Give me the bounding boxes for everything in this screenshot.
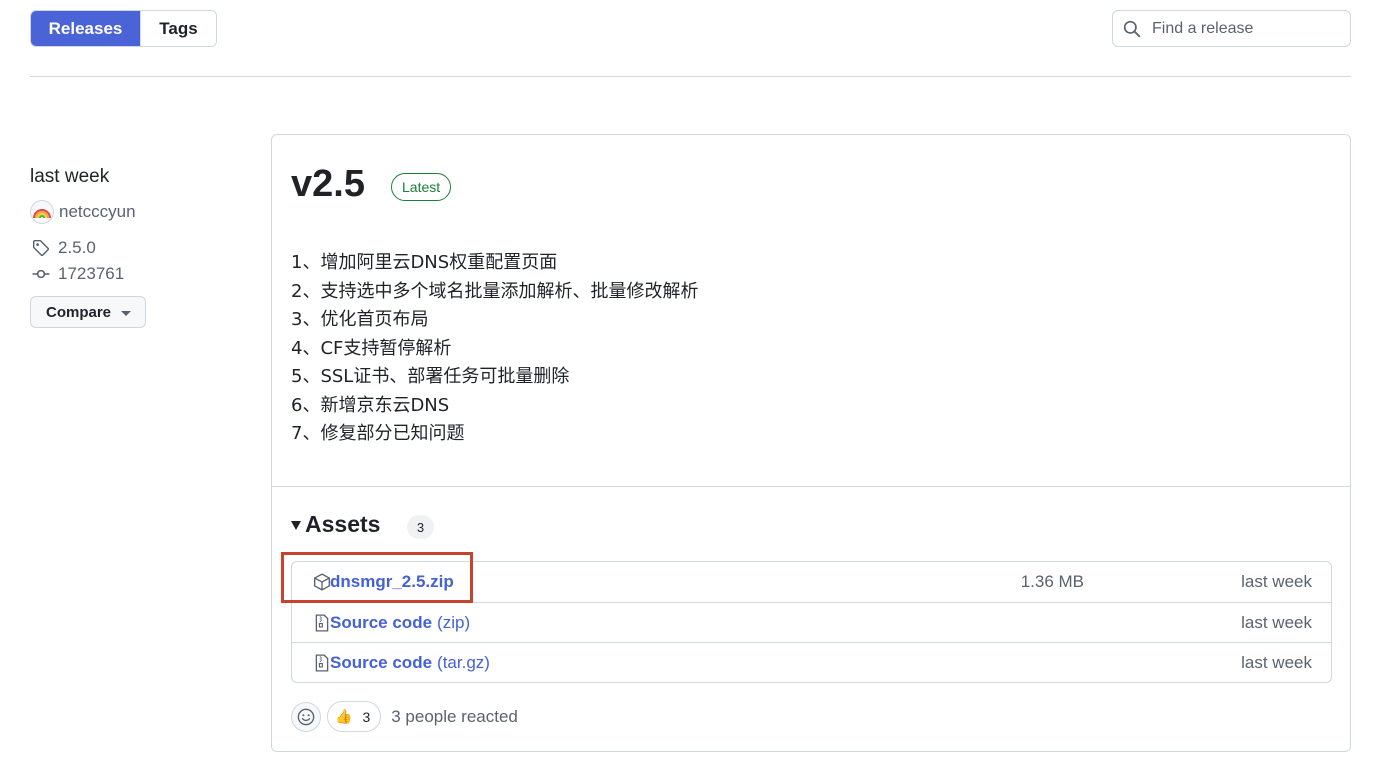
note-line: 7、修复部分已知问题 [291,423,465,444]
asset-link[interactable]: Source code (tar.gz) [330,653,490,673]
tag-icon [30,239,52,257]
assets-heading: Assets [305,511,381,537]
tag-name[interactable]: 2.5.0 [58,238,96,258]
asset-link[interactable]: Source code (zip) [330,613,470,633]
search-icon [1123,20,1141,37]
asset-ext: (tar.gz) [437,652,490,672]
release-title[interactable]: v2.5 [291,163,365,206]
card-divider [272,486,1350,487]
file-zip-icon [313,654,331,677]
asset-ext: (zip) [437,612,471,632]
add-reaction-button[interactable] [291,701,321,732]
assets-count-badge: 3 [407,515,434,539]
asset-date: last week [1241,612,1312,632]
thumbs-up-icon: 👍 [335,708,353,724]
asset-size: 1.36 MB [1020,572,1084,591]
triangle-down-icon [291,521,301,530]
compare-button[interactable]: Compare [30,296,146,328]
header-divider [30,76,1351,77]
search-input[interactable] [1150,18,1340,39]
reaction-count: 3 [362,708,371,725]
assets-list: dnsmgr_2.5.zip 1.36 MB last week Source … [291,561,1332,683]
asset-row: dnsmgr_2.5.zip 1.36 MB last week [292,562,1331,602]
assets-toggle[interactable]: Assets [291,511,380,538]
asset-name: Source code [330,652,433,672]
asset-date: last week [1241,572,1312,591]
reaction-summary: 3 people reacted [391,706,518,726]
asset-name: dnsmgr_2.5.zip [330,572,454,591]
author-name[interactable]: netcccyun [59,202,136,222]
thumbs-up-reaction[interactable]: 👍 3 [327,701,382,732]
asset-name: Source code [330,612,433,632]
asset-row: Source code (tar.gz) last week [292,642,1331,682]
asset-link[interactable]: dnsmgr_2.5.zip [330,572,454,592]
tab-tags[interactable]: Tags [140,11,216,46]
note-line: 4、CF支持暂停解析 [291,337,452,359]
avatar [30,200,54,224]
release-card: v2.5 Latest 1、增加阿里云DNS权重配置页面 2、支持选中多个域名批… [271,134,1351,752]
release-tag-switch: Releases Tags [30,10,217,47]
chevron-down-icon [121,311,131,316]
asset-row: Source code (zip) last week [292,602,1331,642]
compare-label: Compare [46,303,112,321]
reactions-row: 👍 3 3 people reacted [291,701,518,732]
tag-row[interactable]: 2.5.0 [30,238,96,258]
smiley-icon [297,708,315,725]
commit-icon [30,265,52,283]
note-line: 1、增加阿里云DNS权重配置页面 [291,252,558,273]
author-row[interactable]: netcccyun [30,200,136,224]
commit-row[interactable]: 1723761 [30,264,124,284]
file-zip-icon [313,614,331,637]
release-time: last week [30,166,110,187]
note-line: 2、支持选中多个域名批量添加解析、批量修改解析 [291,280,699,302]
latest-badge: Latest [391,173,452,201]
release-search [1112,10,1351,47]
asset-date: last week [1241,652,1312,672]
package-icon [313,573,331,596]
note-line: 3、优化首页布局 [291,309,429,330]
note-line: 5、SSL证书、部署任务可批量删除 [291,366,570,387]
rainbow-icon [33,209,51,219]
release-notes: 1、增加阿里云DNS权重配置页面 2、支持选中多个域名批量添加解析、批量修改解析… [291,249,698,449]
note-line: 6、新增京东云DNS [291,394,450,416]
tab-releases[interactable]: Releases [31,11,140,46]
commit-sha[interactable]: 1723761 [58,264,124,284]
